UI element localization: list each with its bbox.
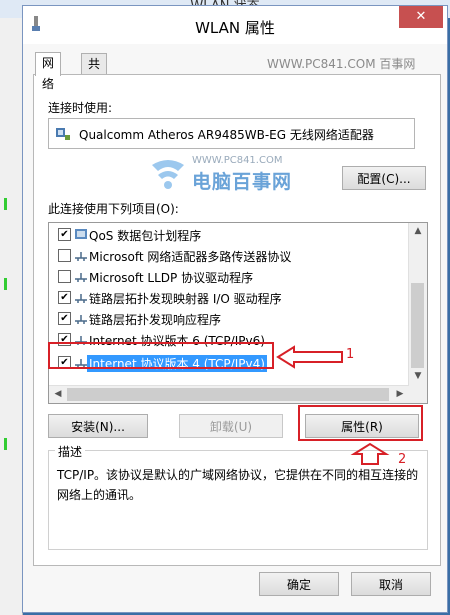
watermark-text: WWW.PC841.COM 百事网 [267,57,416,71]
components-list[interactable]: QoS 数据包计划程序 Microsoft 网络适配器多路传送器协议 Micro… [48,222,428,404]
list-item[interactable]: Microsoft LLDP 协议驱动程序 [49,266,407,286]
configure-button[interactable]: 配置(C)... [342,166,426,190]
highlight-box-properties [298,405,423,441]
item-checkbox[interactable] [58,291,71,304]
protocol-icon [75,294,87,303]
scroll-left-icon[interactable]: ◀ [49,386,67,403]
network-tab-panel: 连接时使用: Qualcomm Atheros AR9485WB-EG 无线网络… [33,74,441,566]
cancel-button[interactable]: 取消 [351,572,431,596]
arrow-up-icon [350,442,390,465]
tab-sharing[interactable]: 共享 [81,53,108,92]
items-label: 此连接使用下列项目(O): [48,202,179,216]
list-item[interactable]: 链路层拓扑发现映射器 I/O 驱动程序 [49,287,407,307]
scroll-down-icon[interactable]: ▼ [409,368,427,385]
protocol-icon [75,315,87,324]
background-window-edge [0,18,23,615]
qos-icon [75,229,87,239]
install-button[interactable]: 安装(N)... [48,414,148,438]
ok-button[interactable]: 确定 [259,572,339,596]
item-label: 链路层拓扑发现响应程序 [89,313,222,327]
adapter-field: Qualcomm Atheros AR9485WB-EG 无线网络适配器 [48,118,415,149]
item-label: 链路层拓扑发现映射器 I/O 驱动程序 [89,292,282,306]
dialog-title: WLAN 属性 [195,19,275,37]
list-item[interactable]: QoS 数据包计划程序 [49,224,407,244]
item-checkbox[interactable] [58,249,71,262]
tab-network[interactable]: 网络 [35,52,62,91]
annotation-number-1: 1 [346,347,355,362]
logo-name: 电脑百事网 [192,171,293,193]
description-legend: 描述 [55,443,86,460]
logo-url: WWW.PC841.COM [192,155,283,166]
hscroll-thumb[interactable] [67,388,389,401]
vertical-scrollbar[interactable]: ▲ ▼ [408,223,427,403]
logo-icon [152,160,184,189]
adapter-name: Qualcomm Atheros AR9485WB-EG 无线网络适配器 [79,128,374,142]
item-checkbox[interactable] [58,270,71,283]
scroll-up-icon[interactable]: ▲ [409,223,427,240]
protocol-icon [75,252,87,261]
close-button[interactable]: ✕ [399,6,443,28]
item-checkbox[interactable] [58,228,71,241]
item-checkbox[interactable] [58,312,71,325]
horizontal-scrollbar[interactable]: ◀ ▶ [49,385,409,403]
uninstall-button[interactable]: 卸载(U) [179,414,283,438]
item-label: QoS 数据包计划程序 [89,229,202,243]
highlight-box-ipv4 [48,342,274,369]
signal-bar [4,198,7,210]
network-adapter-icon [56,128,70,140]
signal-bar [4,278,7,290]
watermark-logo: WWW.PC841.COM 电脑百事网 [138,155,318,195]
scroll-right-icon[interactable]: ▶ [391,386,409,403]
signal-bar [4,438,7,450]
item-label: Microsoft LLDP 协议驱动程序 [89,271,254,285]
list-item[interactable]: 链路层拓扑发现响应程序 [49,308,407,328]
wlan-properties-dialog: WLAN 属性 ✕ 网络 共享 WWW.PC841.COM 百事网 连接时使用:… [22,5,448,613]
list-item[interactable]: Microsoft 网络适配器多路传送器协议 [49,245,407,265]
scroll-thumb[interactable] [411,283,424,368]
item-label: Microsoft 网络适配器多路传送器协议 [89,250,292,264]
protocol-icon [75,273,87,282]
description-text: TCP/IP。该协议是默认的广域网络协议，它提供在不同的相互连接的网络上的通讯。 [57,468,419,502]
dialog-titlebar[interactable]: WLAN 属性 ✕ [23,6,447,44]
arrow-left-icon [276,345,343,369]
annotation-number-2: 2 [398,452,407,467]
connect-using-label: 连接时使用: [48,101,113,115]
